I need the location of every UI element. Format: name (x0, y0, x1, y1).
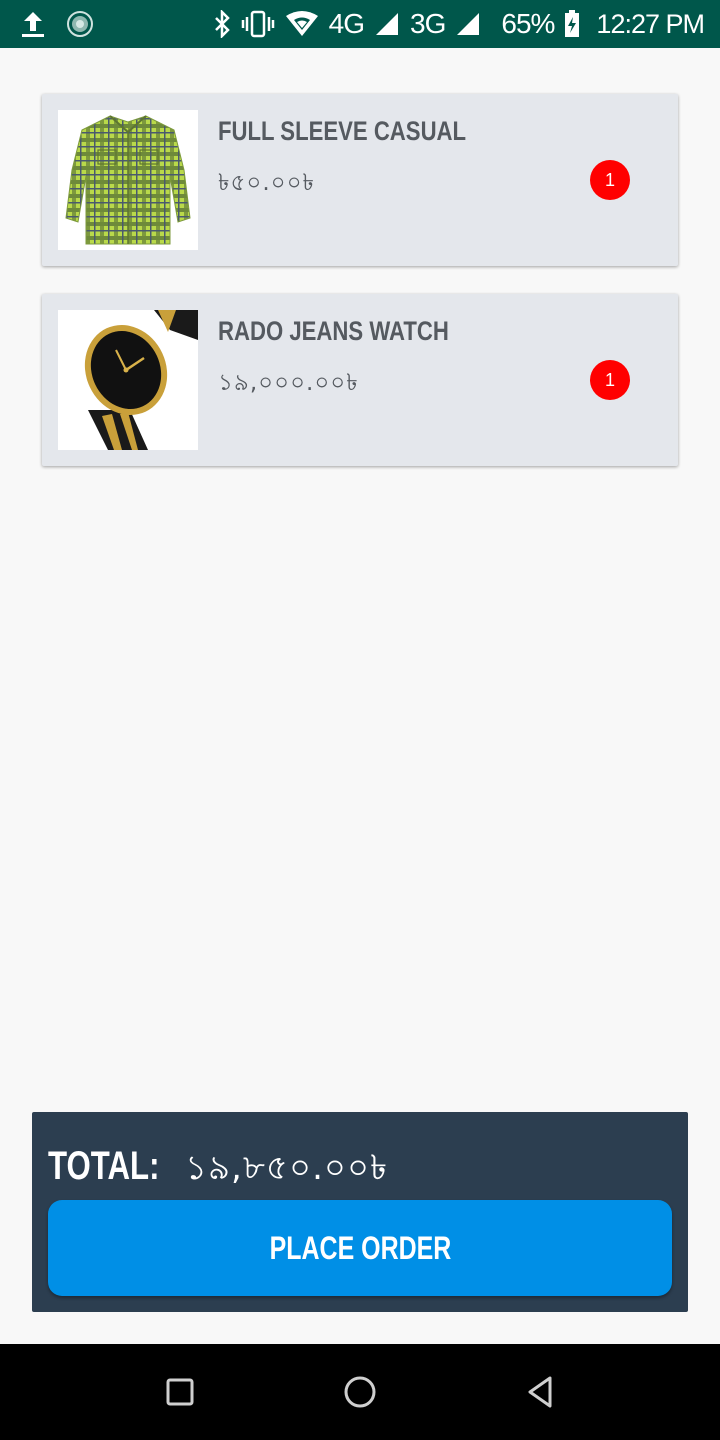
system-nav-bar (0, 1344, 720, 1440)
place-order-button[interactable]: PLACE ORDER (48, 1200, 672, 1296)
product-image-watch (58, 310, 198, 450)
recents-icon (166, 1378, 194, 1406)
battery-percent: 65% (501, 8, 555, 39)
place-order-label: PLACE ORDER (269, 1229, 451, 1266)
upload-icon (20, 9, 46, 39)
item-price: ৳৫০.০০৳ (218, 170, 316, 196)
item-price: ১৯,০০০.০০৳ (218, 370, 359, 396)
cart-item-card[interactable]: FULL SLEEVE CASUAL ৳৫০.০০৳ 1 (42, 94, 678, 266)
total-label: TOTAL: (48, 1144, 160, 1188)
quantity-badge: 1 (590, 160, 630, 200)
network-4g-label: 4G (328, 8, 365, 39)
cart-item-card[interactable]: RADO JEANS WATCH ১৯,০০০.০০৳ 1 (42, 294, 678, 466)
signal-3g-icon (455, 11, 481, 37)
signal-4g-icon (374, 11, 400, 37)
product-image-shirt (58, 110, 198, 250)
checkout-panel: TOTAL: ১৯,৮৫০.০০৳ PLACE ORDER (32, 1112, 688, 1312)
recents-button[interactable] (158, 1370, 202, 1414)
sync-icon (66, 10, 94, 38)
battery-charging-icon (564, 10, 580, 38)
back-icon (528, 1376, 552, 1408)
bluetooth-icon (213, 10, 231, 38)
vibrate-icon (241, 10, 275, 38)
item-title: FULL SLEEVE CASUAL (218, 116, 467, 146)
clock: 12:27 PM (596, 8, 705, 39)
total-value: ১৯,৮৫০.০০৳ (184, 1148, 389, 1188)
wifi-icon (285, 10, 319, 38)
back-button[interactable] (518, 1370, 562, 1414)
home-icon (344, 1376, 376, 1408)
network-3g-label: 3G (410, 8, 446, 39)
total-row: TOTAL: ১৯,৮৫০.০০৳ (48, 1142, 388, 1199)
home-button[interactable] (338, 1370, 382, 1414)
item-title: RADO JEANS WATCH (218, 316, 449, 346)
status-bar: 4G 3G 65% 12:27 PM (0, 0, 720, 48)
quantity-badge: 1 (590, 360, 630, 400)
